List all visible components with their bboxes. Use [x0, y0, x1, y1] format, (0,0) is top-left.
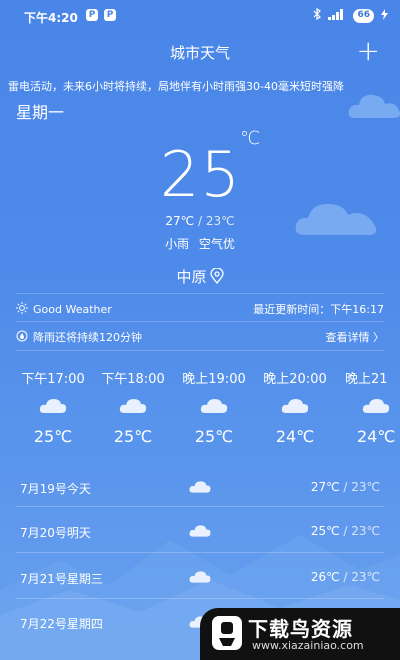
charging-icon [381, 8, 388, 23]
low-temperature: 23℃ [205, 214, 235, 228]
app-notification-icon: P [86, 9, 98, 21]
rain-drop-icon [16, 330, 28, 345]
hourly-temperature: 24℃ [357, 427, 396, 446]
range-separator: / [194, 214, 206, 228]
divider [16, 350, 384, 351]
hourly-item: 晚上19:00 25℃ [175, 368, 253, 446]
sun-icon [16, 301, 28, 317]
bluetooth-icon [313, 7, 322, 23]
daily-date: 7月21号星期三 [20, 572, 103, 586]
hourly-forecast[interactable]: 下午17:00 25℃ 下午18:00 25℃ 晚上19:00 25℃ 晚上20… [0, 368, 400, 458]
daily-high: 26℃ [310, 570, 340, 584]
hourly-temperature: 25℃ [113, 427, 153, 446]
daily-temperature-range: 25℃ / 23℃ [310, 524, 380, 538]
location-pin-icon [207, 267, 224, 286]
hourly-item: 下午18:00 25℃ [94, 368, 172, 446]
hourly-temperature: 24℃ [275, 427, 315, 446]
cloud-icon [188, 568, 212, 589]
hourly-temperature: 25℃ [33, 427, 73, 446]
battery-indicator: 66 [353, 8, 374, 23]
daily-low: 23℃ [351, 480, 380, 494]
divider [16, 552, 384, 553]
cloud-icon [361, 395, 391, 417]
weekday-label: 星期一 [16, 103, 65, 122]
weather-condition: 小雨 空气优 [0, 235, 400, 252]
cloud-icon [118, 395, 148, 417]
watermark-logo: 下载鸟资源 www.xiazainiao.com [200, 608, 400, 660]
daily-low: 23℃ [351, 570, 380, 584]
air-quality-label: 空气优 [198, 237, 235, 251]
good-weather-label: Good Weather [33, 302, 112, 316]
daily-low: 23℃ [351, 524, 380, 538]
hourly-item: 下午17:00 25℃ [14, 368, 92, 446]
hourly-time: 下午18:00 [101, 372, 165, 387]
daily-date: 7月19号今天 [20, 482, 91, 496]
location[interactable]: 中原 [0, 266, 400, 287]
divider [16, 293, 384, 294]
app-notification-icon: P [104, 9, 116, 21]
high-temperature: 27℃ [165, 214, 195, 228]
weather-alert-ticker[interactable]: 雷电活动，未来6小时将持续，局地伴有小时雨强30-40毫米短时强降 [0, 78, 400, 94]
hourly-time: 晚上20:00 [263, 372, 327, 387]
last-updated-label: 最近更新时间：下午16:17 [253, 303, 384, 316]
page-title: 城市天气 [169, 44, 230, 62]
cloud-icon [188, 522, 212, 543]
cloud-icon [280, 395, 310, 417]
hourly-temperature: 25℃ [194, 427, 234, 446]
hourly-time: 下午17:00 [21, 372, 85, 387]
hourly-item: 晚上20:00 24℃ [256, 368, 334, 446]
watermark-name: 下载鸟资源 [248, 617, 353, 641]
daily-forecast-row[interactable]: 7月21号星期三 26℃ / 23℃ [20, 568, 380, 588]
daily-high: 25℃ [310, 524, 340, 538]
rain-notice-row[interactable]: 降雨还将持续120分钟 查看详情 〉 [16, 329, 384, 345]
view-details-link[interactable]: 查看详情 〉 [326, 329, 385, 345]
hourly-time: 晚上19:00 [182, 372, 246, 387]
current-temperature: 25 [160, 138, 241, 211]
divider [16, 321, 384, 322]
logo-mark-icon [212, 616, 242, 650]
temperature-range: 27℃ / 23℃ [0, 214, 400, 228]
daily-date: 7月22号星期四 [20, 617, 103, 631]
cloud-icon [188, 478, 212, 499]
daily-forecast-row[interactable]: 7月19号今天 27℃ / 23℃ [20, 478, 380, 498]
location-label: 中原 [176, 268, 207, 286]
condition-label: 小雨 [165, 237, 190, 251]
daily-high: 27℃ [310, 480, 340, 494]
hourly-item: 晚上21 24℃ [337, 368, 400, 446]
signal-icon [328, 8, 346, 23]
status-bar: 下午4:20 P P 66 [0, 0, 400, 32]
cloud-icon [38, 395, 68, 417]
daily-temperature-range: 27℃ / 23℃ [310, 480, 380, 494]
hourly-time: 晚上21 [345, 372, 388, 387]
daily-date: 7月20号明天 [20, 526, 91, 540]
good-weather-row: Good Weather 最近更新时间：下午16:17 [16, 301, 384, 317]
divider [16, 598, 384, 599]
daily-forecast-row[interactable]: 7月20号明天 25℃ / 23℃ [20, 522, 380, 542]
add-city-button[interactable]: + [357, 34, 380, 68]
divider [16, 506, 384, 507]
cloud-icon [199, 395, 229, 417]
temperature-unit: ℃ [240, 128, 261, 149]
rain-notice-label: 降雨还将持续120分钟 [33, 331, 142, 344]
daily-temperature-range: 26℃ / 23℃ [310, 570, 380, 584]
status-time: 下午4:20 [24, 11, 78, 25]
cloud-decoration-icon [348, 94, 400, 118]
watermark-url: www.xiazainiao.com [252, 639, 364, 652]
